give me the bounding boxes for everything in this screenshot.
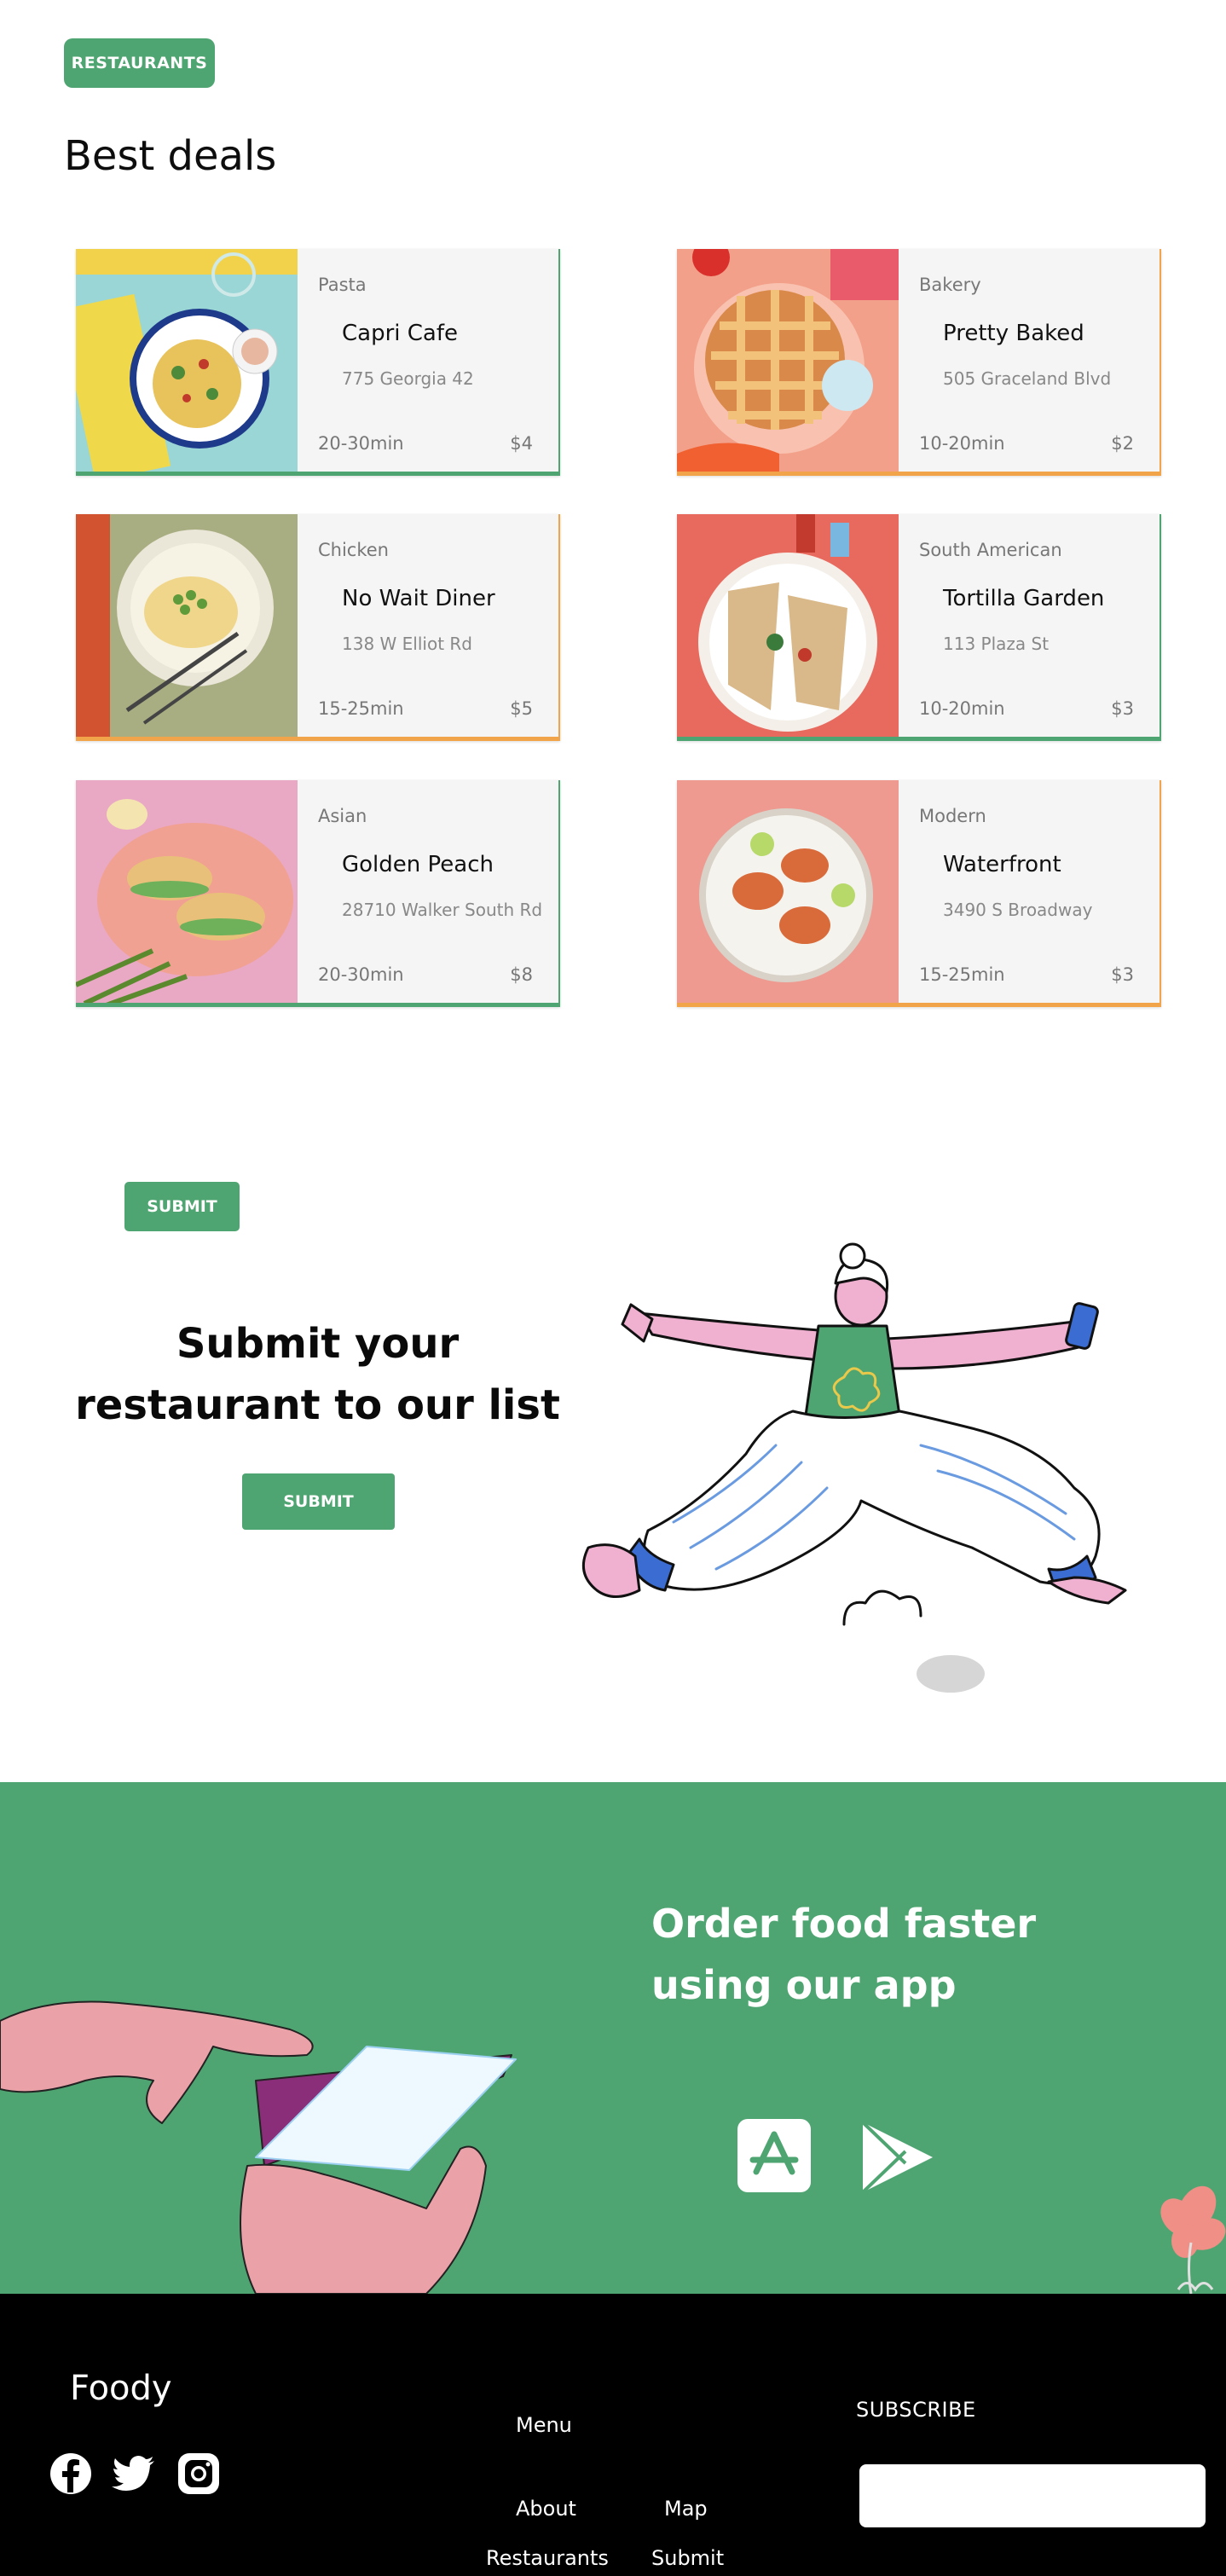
card-name: Tortilla Garden [943, 586, 1105, 611]
submit-nav-button[interactable]: SUBMIT [124, 1182, 240, 1231]
card-accent-bar [76, 1003, 560, 1007]
card-accent-rail [1159, 780, 1161, 1007]
card-name: Capri Cafe [342, 321, 459, 346]
page-title: Best deals [64, 132, 277, 180]
food-photo [677, 514, 899, 741]
card-category: Modern [919, 806, 986, 826]
app-promo-section: Order food faster using our app [0, 1782, 1226, 2294]
card-address: 28710 Walker South Rd [342, 900, 543, 920]
subscribe-label: SUBSCRIBE [856, 2398, 976, 2422]
card-accent-rail [1159, 514, 1161, 741]
card-time: 15-25min [318, 698, 404, 719]
card-time: 10-20min [919, 433, 1005, 454]
running-woman-illustration [581, 1242, 1127, 1693]
restaurant-card[interactable]: Pasta Capri Cafe 775 Georgia 42 20-30min… [76, 249, 560, 476]
footer-logo[interactable]: Foody [70, 2369, 172, 2408]
card-accent-rail [1159, 249, 1161, 476]
card-accent-bar [76, 737, 560, 741]
card-accent-bar [677, 472, 1161, 476]
card-accent-bar [76, 472, 560, 476]
card-name: Waterfront [943, 852, 1061, 877]
card-name: Pretty Baked [943, 321, 1084, 346]
card-address: 3490 S Broadway [943, 900, 1093, 920]
card-address: 775 Georgia 42 [342, 368, 474, 389]
footer-menu-title: Menu [516, 2413, 572, 2437]
card-name: No Wait Diner [342, 586, 495, 611]
submit-heading: Submit your restaurant to our list [75, 1320, 560, 1429]
food-photo [677, 780, 899, 1007]
card-category: Pasta [318, 275, 367, 295]
footer-link-about[interactable]: About [516, 2497, 576, 2521]
card-accent-rail [558, 249, 560, 476]
card-category: Chicken [318, 540, 389, 560]
app-store-icon[interactable] [737, 2119, 811, 2192]
restaurant-card[interactable]: Chicken No Wait Diner 138 W Elliot Rd 15… [76, 514, 560, 741]
instagram-icon[interactable] [176, 2452, 221, 2496]
card-category: Asian [318, 806, 367, 826]
footer-link-submit[interactable]: Submit [651, 2546, 724, 2570]
app-promo-heading: Order food faster using our app [651, 1901, 1037, 2008]
subscribe-email-input[interactable] [859, 2464, 1206, 2527]
card-time: 20-30min [318, 964, 404, 985]
restaurant-card[interactable]: Asian Golden Peach 28710 Walker South Rd… [76, 780, 560, 1007]
food-photo [76, 780, 298, 1007]
card-address: 505 Graceland Blvd [943, 368, 1112, 389]
card-name: Golden Peach [342, 852, 494, 877]
card-time: 10-20min [919, 698, 1005, 719]
google-play-icon[interactable] [859, 2119, 936, 2196]
card-accent-rail [558, 780, 560, 1007]
card-address: 138 W Elliot Rd [342, 634, 472, 654]
card-accent-rail [558, 514, 560, 741]
card-category: South American [919, 540, 1062, 560]
footer: Foody Menu About Map Restaurants Submit … [0, 2294, 1226, 2576]
card-accent-bar [677, 1003, 1161, 1007]
card-address: 113 Plaza St [943, 634, 1050, 654]
card-time: 15-25min [919, 964, 1005, 985]
card-price: $3 [1111, 964, 1134, 985]
facebook-icon[interactable] [49, 2452, 93, 2496]
card-price: $2 [1111, 433, 1134, 454]
card-accent-bar [677, 737, 1161, 741]
footer-link-restaurants[interactable]: Restaurants [486, 2546, 609, 2570]
card-price: $8 [510, 964, 533, 985]
restaurant-card[interactable]: Modern Waterfront 3490 S Broadway 15-25m… [677, 780, 1161, 1007]
flower-decoration [1160, 2185, 1226, 2294]
card-price: $3 [1111, 698, 1134, 719]
food-photo [677, 249, 899, 476]
submit-restaurant-button[interactable]: SUBMIT [242, 1473, 395, 1530]
card-price: $4 [510, 433, 533, 454]
food-photo [76, 249, 298, 476]
card-price: $5 [510, 698, 533, 719]
food-photo [76, 514, 298, 741]
footer-link-map[interactable]: Map [664, 2497, 708, 2521]
restaurant-card[interactable]: South American Tortilla Garden 113 Plaza… [677, 514, 1161, 741]
twitter-icon[interactable] [112, 2452, 156, 2496]
restaurants-tag-button[interactable]: RESTAURANTS [64, 38, 215, 88]
restaurant-card[interactable]: Bakery Pretty Baked 505 Graceland Blvd 1… [677, 249, 1161, 476]
hand-phone-illustration [0, 2000, 517, 2294]
card-time: 20-30min [318, 433, 404, 454]
card-category: Bakery [919, 275, 981, 295]
